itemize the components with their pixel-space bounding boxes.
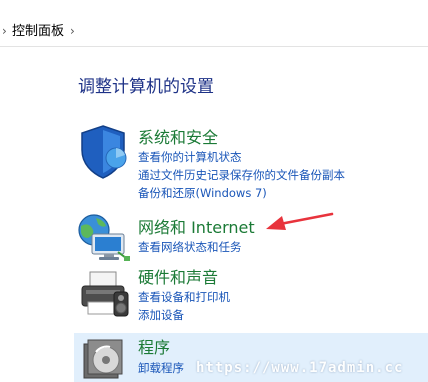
address-bar: › 控制面板 › [0, 0, 428, 47]
link-uninstall-program[interactable]: 卸载程序 [138, 361, 184, 375]
shield-icon[interactable] [76, 124, 130, 180]
category-network-internet[interactable]: 网络和 Internet [138, 218, 255, 237]
network-globe-icon[interactable] [74, 212, 134, 262]
link-backup-restore[interactable]: 备份和还原(Windows 7) [138, 186, 267, 200]
category-hardware-sound[interactable]: 硬件和声音 [138, 268, 218, 287]
annotation-arrow [266, 212, 334, 230]
link-devices-printers[interactable]: 查看设备和打印机 [138, 290, 230, 304]
breadcrumb-separator-left[interactable]: › [2, 24, 7, 38]
programs-disc-icon[interactable] [80, 336, 128, 382]
category-system-security[interactable]: 系统和安全 [138, 128, 218, 147]
breadcrumb-control-panel[interactable]: 控制面板 [12, 24, 64, 39]
link-add-device[interactable]: 添加设备 [138, 308, 184, 322]
category-programs[interactable]: 程序 [138, 338, 170, 357]
link-network-status[interactable]: 查看网络状态和任务 [138, 240, 242, 254]
link-file-history-backup[interactable]: 通过文件历史记录保存你的文件备份副本 [138, 168, 345, 182]
watermark-text: https://www.17admin.cc [196, 360, 404, 376]
breadcrumb-chevron[interactable]: › [70, 24, 75, 38]
page-title: 调整计算机的设置 [78, 77, 214, 97]
printer-icon[interactable] [76, 268, 132, 322]
link-view-computer-status[interactable]: 查看你的计算机状态 [138, 150, 242, 164]
